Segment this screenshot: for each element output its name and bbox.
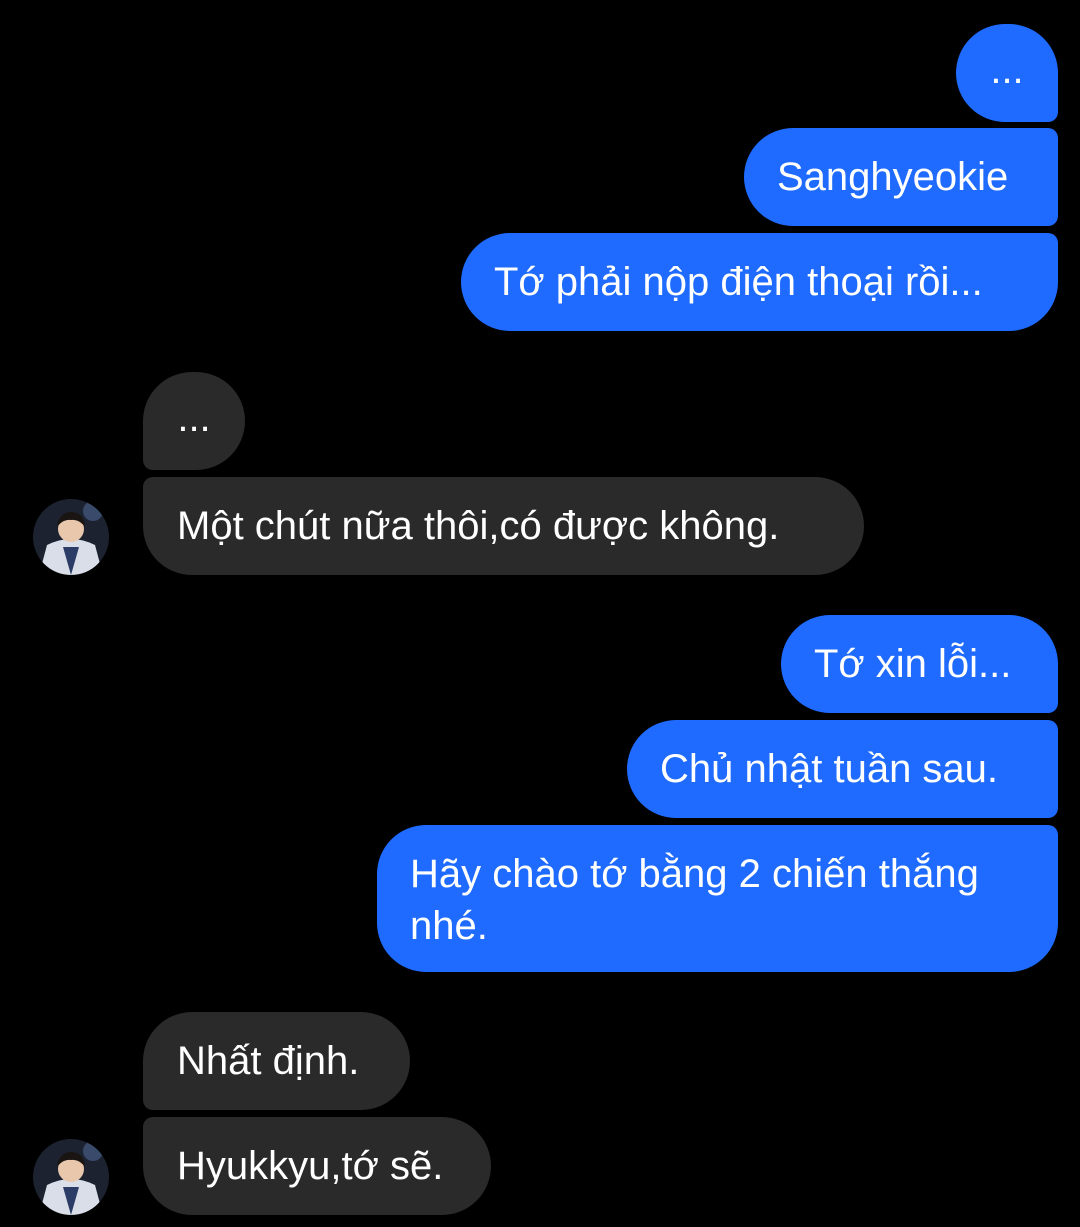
message-bubble-incoming[interactable]: Hyukkyu,tớ sẽ.	[143, 1117, 491, 1215]
message-bubble-incoming[interactable]: ...	[143, 372, 245, 470]
message-text: Hãy chào tớ bằng 2 chiến thắng nhé.	[410, 852, 979, 948]
message-bubble-outgoing[interactable]: Tớ xin lỗi...	[781, 615, 1058, 713]
message-text: Tớ xin lỗi...	[814, 642, 1012, 686]
message-bubble-incoming[interactable]: Nhất định.	[143, 1012, 410, 1110]
message-text: Tớ phải nộp điện thoại rồi...	[494, 260, 983, 304]
message-bubble-outgoing[interactable]: Hãy chào tớ bằng 2 chiến thắng nhé.	[377, 825, 1058, 972]
contact-avatar[interactable]	[33, 499, 109, 575]
message-bubble-outgoing[interactable]: ...	[956, 24, 1058, 122]
contact-avatar[interactable]	[33, 1139, 109, 1215]
message-bubble-outgoing[interactable]: Sanghyeokie	[744, 128, 1058, 226]
message-bubble-outgoing[interactable]: Chủ nhật tuần sau.	[627, 720, 1058, 818]
message-text: ...	[177, 396, 211, 440]
message-text: Một chút nữa thôi,có được không.	[177, 504, 780, 548]
message-bubble-incoming[interactable]: Một chút nữa thôi,có được không.	[143, 477, 864, 575]
message-text: Nhất định.	[177, 1039, 360, 1083]
message-text: Sanghyeokie	[777, 155, 1009, 199]
message-text: Chủ nhật tuần sau.	[660, 747, 999, 791]
message-text: Hyukkyu,tớ sẽ.	[177, 1144, 444, 1188]
message-bubble-outgoing[interactable]: Tớ phải nộp điện thoại rồi...	[461, 233, 1058, 331]
message-text: ...	[990, 48, 1024, 92]
